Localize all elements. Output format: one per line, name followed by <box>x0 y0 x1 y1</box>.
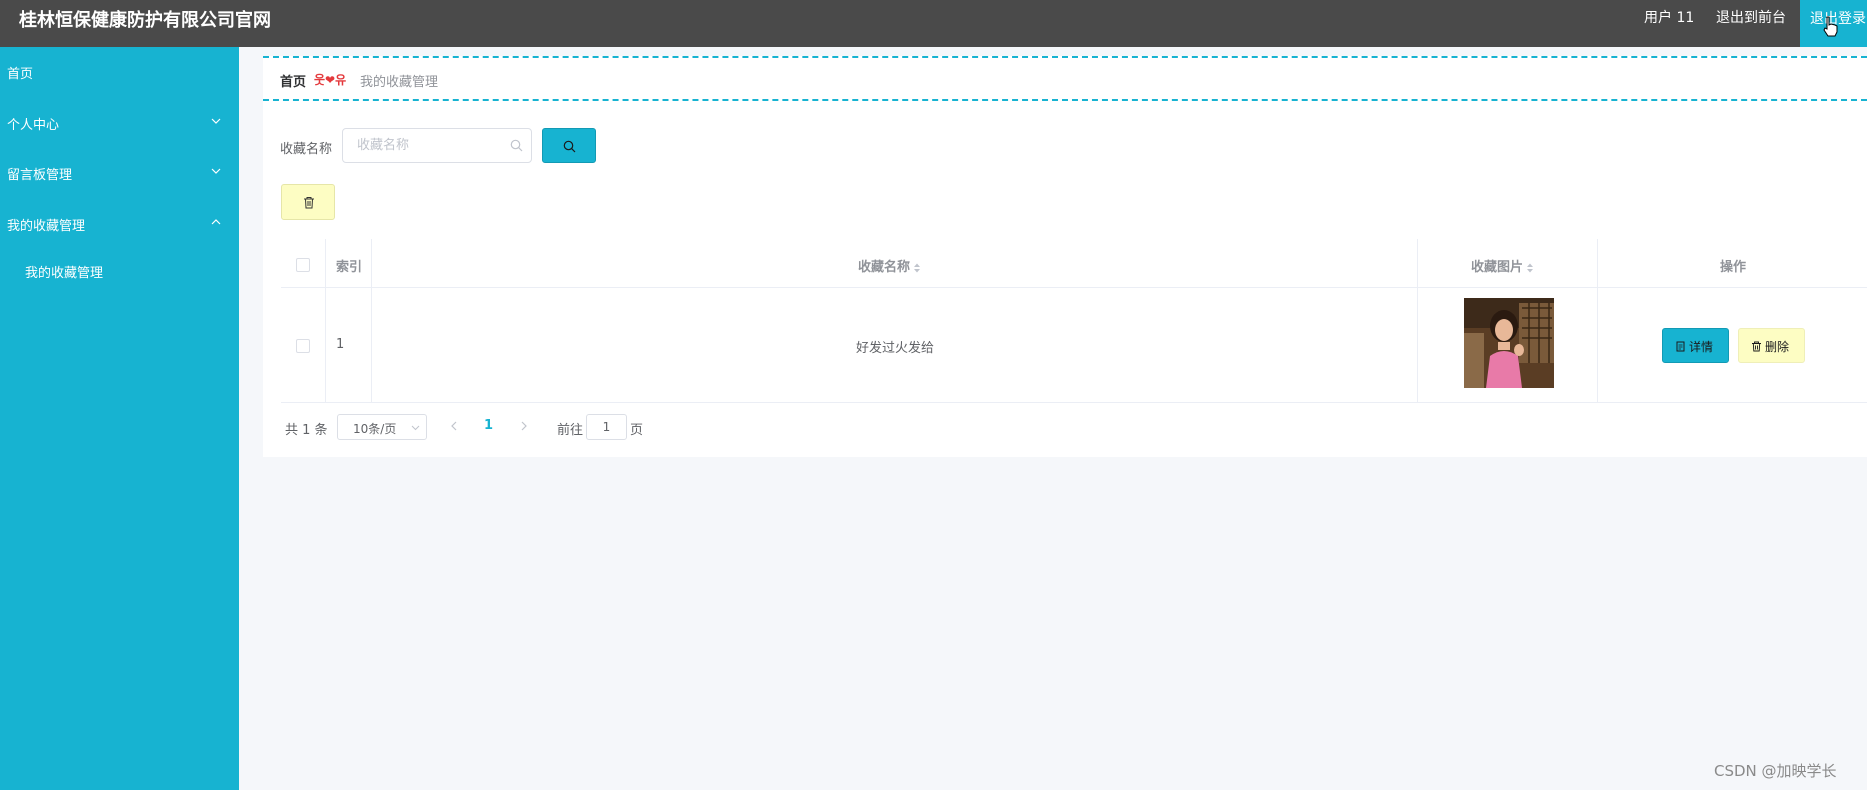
search-label: 收藏名称 <box>280 142 333 157</box>
sort-icon <box>1527 263 1534 272</box>
breadcrumb-current: 我的收藏管理 <box>360 75 439 90</box>
column-header-index: 索引 <box>336 260 363 275</box>
select-all-checkbox[interactable] <box>296 258 310 272</box>
cell-name: 好发过火发给 <box>856 341 935 356</box>
row-delete-button-label: 删除 <box>1765 340 1790 354</box>
column-divider <box>1417 239 1418 403</box>
prev-page-icon[interactable] <box>448 418 460 434</box>
document-icon <box>1676 341 1685 352</box>
top-header: 桂林恒保健康防护有限公司官网 用户 11 退出到前台 退出登录 <box>0 0 1867 47</box>
chevron-down-icon <box>411 425 420 431</box>
table-header <box>281 239 1867 288</box>
cell-index: 1 <box>336 337 345 352</box>
watermark: CSDN @加映学长 <box>1714 762 1837 780</box>
search-icon <box>563 140 576 153</box>
next-page-icon[interactable] <box>518 418 530 434</box>
column-divider <box>325 239 326 403</box>
column-header-image[interactable]: 收藏图片 <box>1471 256 1534 275</box>
sidebar-item-personal-center[interactable]: 个人中心 <box>0 102 239 142</box>
search-input[interactable] <box>342 128 532 163</box>
detail-button-label: 详情 <box>1689 340 1714 354</box>
goto-label: 前往 <box>557 423 584 438</box>
column-header-image-label: 收藏图片 <box>1471 260 1524 275</box>
breadcrumb-separator: 웃❤유 <box>314 73 347 87</box>
pagination-total: 共 1 条 <box>285 423 328 438</box>
page-size-value: 10条/页 <box>353 422 397 436</box>
chevron-down-icon <box>211 118 221 124</box>
sort-icon <box>914 263 921 272</box>
page-number-1[interactable]: 1 <box>484 418 493 433</box>
batch-delete-button[interactable] <box>281 184 335 220</box>
sidebar-item-label: 留言板管理 <box>7 168 73 183</box>
exit-to-front-link[interactable]: 退出到前台 <box>1716 7 1786 27</box>
sidebar: 首页 个人中心 留言板管理 我的收藏管理 我的收藏管理 <box>0 47 239 790</box>
detail-button[interactable]: 详情 <box>1662 328 1729 363</box>
sidebar-subitem-label: 我的收藏管理 <box>25 266 104 281</box>
breadcrumb: 首页 웃❤유 我的收藏管理 <box>263 56 1867 101</box>
column-header-actions: 操作 <box>1720 260 1747 275</box>
search-button[interactable] <box>542 128 596 163</box>
goto-page-input[interactable] <box>586 414 627 440</box>
sidebar-item-label: 个人中心 <box>7 118 60 133</box>
chevron-up-icon <box>211 219 221 225</box>
sidebar-item-home[interactable]: 首页 <box>0 51 239 91</box>
favorite-image-thumbnail[interactable] <box>1464 298 1554 388</box>
page-size-select[interactable]: 10条/页 <box>337 414 427 440</box>
photo-image <box>1464 298 1554 388</box>
column-divider <box>371 239 372 403</box>
sidebar-item-message-board[interactable]: 留言板管理 <box>0 152 239 192</box>
site-title: 桂林恒保健康防护有限公司官网 <box>19 10 271 31</box>
sidebar-subitem-favorites-manage[interactable]: 我的收藏管理 <box>0 252 239 288</box>
sidebar-item-label: 我的收藏管理 <box>7 219 86 234</box>
table-row <box>281 289 1867 403</box>
column-header-name[interactable]: 收藏名称 <box>858 256 921 275</box>
current-user: 用户 11 <box>1644 10 1695 26</box>
hand-cursor-icon <box>1823 16 1838 37</box>
column-header-name-label: 收藏名称 <box>858 260 911 275</box>
chevron-down-icon <box>211 168 221 174</box>
search-icon <box>510 139 523 152</box>
sidebar-item-favorites[interactable]: 我的收藏管理 <box>0 203 239 243</box>
trash-icon <box>1752 341 1761 352</box>
trash-icon <box>304 197 314 209</box>
breadcrumb-home[interactable]: 首页 <box>280 71 306 90</box>
sidebar-item-label: 首页 <box>7 67 34 82</box>
row-delete-button[interactable]: 删除 <box>1738 328 1805 363</box>
row-checkbox[interactable] <box>296 339 310 353</box>
column-divider <box>1597 239 1598 403</box>
goto-suffix: 页 <box>630 423 644 438</box>
